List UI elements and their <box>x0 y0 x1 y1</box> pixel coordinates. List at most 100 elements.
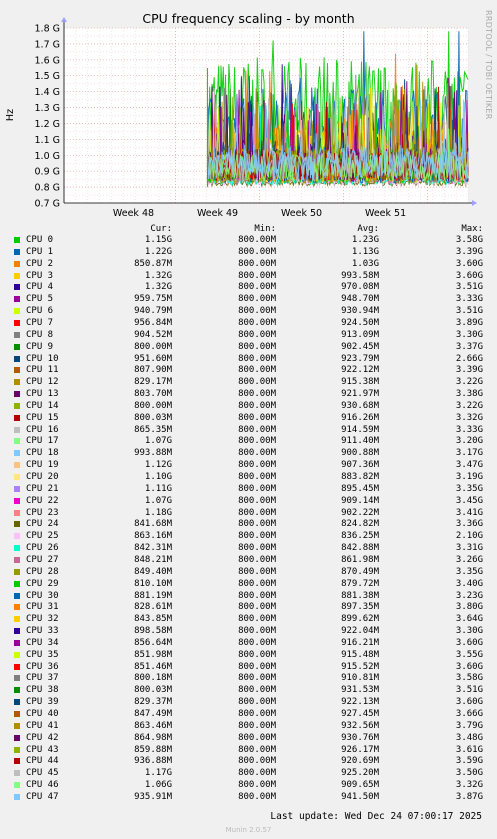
avg-value: 941.50M <box>341 791 379 802</box>
min-value: 800.00M <box>238 460 276 471</box>
col-max-header: Max: <box>461 224 483 234</box>
min-value: 800.00M <box>238 602 276 613</box>
min-value: 800.00M <box>238 685 276 696</box>
avg-value: 870.49M <box>341 566 379 577</box>
legend-row: CPU 19 1.12G 800.00M 907.36M 3.47G <box>0 460 497 471</box>
legend-row: CPU 25 863.16M 800.00M 836.25M 2.10G <box>0 531 497 542</box>
avg-value: 836.25M <box>341 531 379 542</box>
avg-value: 861.98M <box>341 554 379 565</box>
legend-row: CPU 38 800.03M 800.00M 931.53M 3.51G <box>0 685 497 696</box>
y-tick-label: 1.4 G <box>35 87 61 98</box>
max-value: 3.35G <box>455 483 483 494</box>
x-tick-label: Week 51 <box>365 208 406 219</box>
max-value: 3.80G <box>455 602 483 613</box>
avg-value: 824.82M <box>341 519 379 530</box>
series-swatch <box>14 746 20 753</box>
legend-row: CPU 4 1.32G 800.00M 970.08M 3.51G <box>0 282 497 293</box>
avg-value: 910.81M <box>341 673 379 684</box>
series-name: CPU 35 <box>26 649 59 660</box>
series-swatch <box>14 699 20 706</box>
series-name: CPU 39 <box>26 697 59 708</box>
series-swatch <box>14 604 20 611</box>
avg-value: 842.88M <box>341 543 379 554</box>
cur-value: 849.40M <box>134 566 172 577</box>
min-value: 800.00M <box>238 732 276 743</box>
avg-value: 922.12M <box>341 365 379 376</box>
max-value: 3.22G <box>455 377 483 388</box>
avg-value: 930.76M <box>341 732 379 743</box>
max-value: 3.79G <box>455 720 483 731</box>
series-name: CPU 22 <box>26 495 59 506</box>
max-value: 3.32G <box>455 780 483 791</box>
min-value: 800.00M <box>238 353 276 364</box>
min-value: 800.00M <box>238 294 276 305</box>
y-tick-label: 1.3 G <box>35 103 61 114</box>
avg-value: 927.45M <box>341 709 379 719</box>
avg-value: 922.13M <box>341 697 379 708</box>
series-name: CPU 41 <box>26 720 59 731</box>
max-value: 3.60G <box>455 270 483 281</box>
avg-value: 879.72M <box>341 578 379 589</box>
min-value: 800.00M <box>238 626 276 637</box>
max-value: 3.45G <box>455 495 483 506</box>
avg-value: 922.04M <box>341 626 379 637</box>
cur-value: 856.64M <box>134 637 172 648</box>
avg-value: 993.58M <box>341 270 379 281</box>
legend-row: CPU 18 993.88M 800.00M 900.88M 3.17G <box>0 448 497 459</box>
legend-row: CPU 40 847.49M 800.00M 927.45M 3.66G <box>0 709 497 720</box>
avg-value: 900.88M <box>341 448 379 459</box>
series-name: CPU 15 <box>26 412 59 423</box>
min-value: 800.00M <box>238 554 276 565</box>
min-value: 800.00M <box>238 412 276 423</box>
avg-value: 915.48M <box>341 649 379 660</box>
series-name: CPU 8 <box>26 329 54 340</box>
cur-value: 807.90M <box>134 365 172 376</box>
series-swatch <box>14 533 20 540</box>
series-swatch <box>14 770 20 777</box>
avg-value: 915.38M <box>341 377 379 388</box>
min-value: 800.00M <box>238 365 276 376</box>
avg-value: 897.35M <box>341 602 379 613</box>
min-value: 800.00M <box>238 519 276 530</box>
col-cur-header: Cur: <box>150 224 172 234</box>
max-value: 3.51G <box>455 685 483 696</box>
legend-row: CPU 32 843.85M 800.00M 899.62M 3.64G <box>0 614 497 625</box>
series-name: CPU 3 <box>26 270 54 281</box>
legend-row: CPU 44 936.88M 800.00M 920.69M 3.59G <box>0 756 497 767</box>
avg-value: 883.82M <box>341 472 379 482</box>
series-swatch <box>14 474 20 480</box>
min-value: 800.00M <box>238 649 276 660</box>
legend-row: CPU 24 841.68M 800.00M 824.82M 3.36G <box>0 519 497 530</box>
series-name: CPU 16 <box>26 424 59 435</box>
avg-value: 948.70M <box>341 294 379 305</box>
max-value: 3.55G <box>455 649 483 660</box>
cur-value: 1.15G <box>144 235 172 245</box>
legend-row: CPU 39 829.37M 800.00M 922.13M 3.60G <box>0 697 497 708</box>
series-name: CPU 7 <box>26 317 54 328</box>
avg-value: 916.26M <box>341 412 379 423</box>
series-swatch <box>14 296 20 303</box>
avg-value: 909.14M <box>341 495 379 506</box>
min-value: 800.00M <box>238 673 276 684</box>
y-tick-label: 1.8 G <box>35 24 61 35</box>
max-value: 3.22G <box>455 400 483 411</box>
min-value: 800.00M <box>238 720 276 731</box>
y-tick-label: 1.6 G <box>35 55 61 66</box>
max-value: 2.10G <box>455 531 483 542</box>
series-swatch <box>14 793 20 800</box>
legend-row: CPU 1 1.22G 800.00M 1.13G 3.39G <box>0 247 497 258</box>
avg-value: 930.94M <box>341 306 379 317</box>
min-value: 800.00M <box>238 507 276 518</box>
min-value: 800.00M <box>238 282 276 293</box>
cur-value: 800.03M <box>134 685 172 696</box>
max-value: 3.60G <box>455 697 483 708</box>
series-swatch <box>14 628 20 635</box>
avg-value: 921.97M <box>341 389 379 400</box>
avg-value: 915.52M <box>341 661 379 672</box>
series-name: CPU 21 <box>26 483 59 494</box>
last-update: Last update: Wed Dec 24 07:00:17 2025 <box>270 811 482 822</box>
min-value: 800.00M <box>238 483 276 494</box>
legend-row: CPU 23 1.18G 800.00M 902.22M 3.41G <box>0 508 497 519</box>
x-tick-label: Week 48 <box>113 208 154 219</box>
series-name: CPU 34 <box>26 637 59 648</box>
